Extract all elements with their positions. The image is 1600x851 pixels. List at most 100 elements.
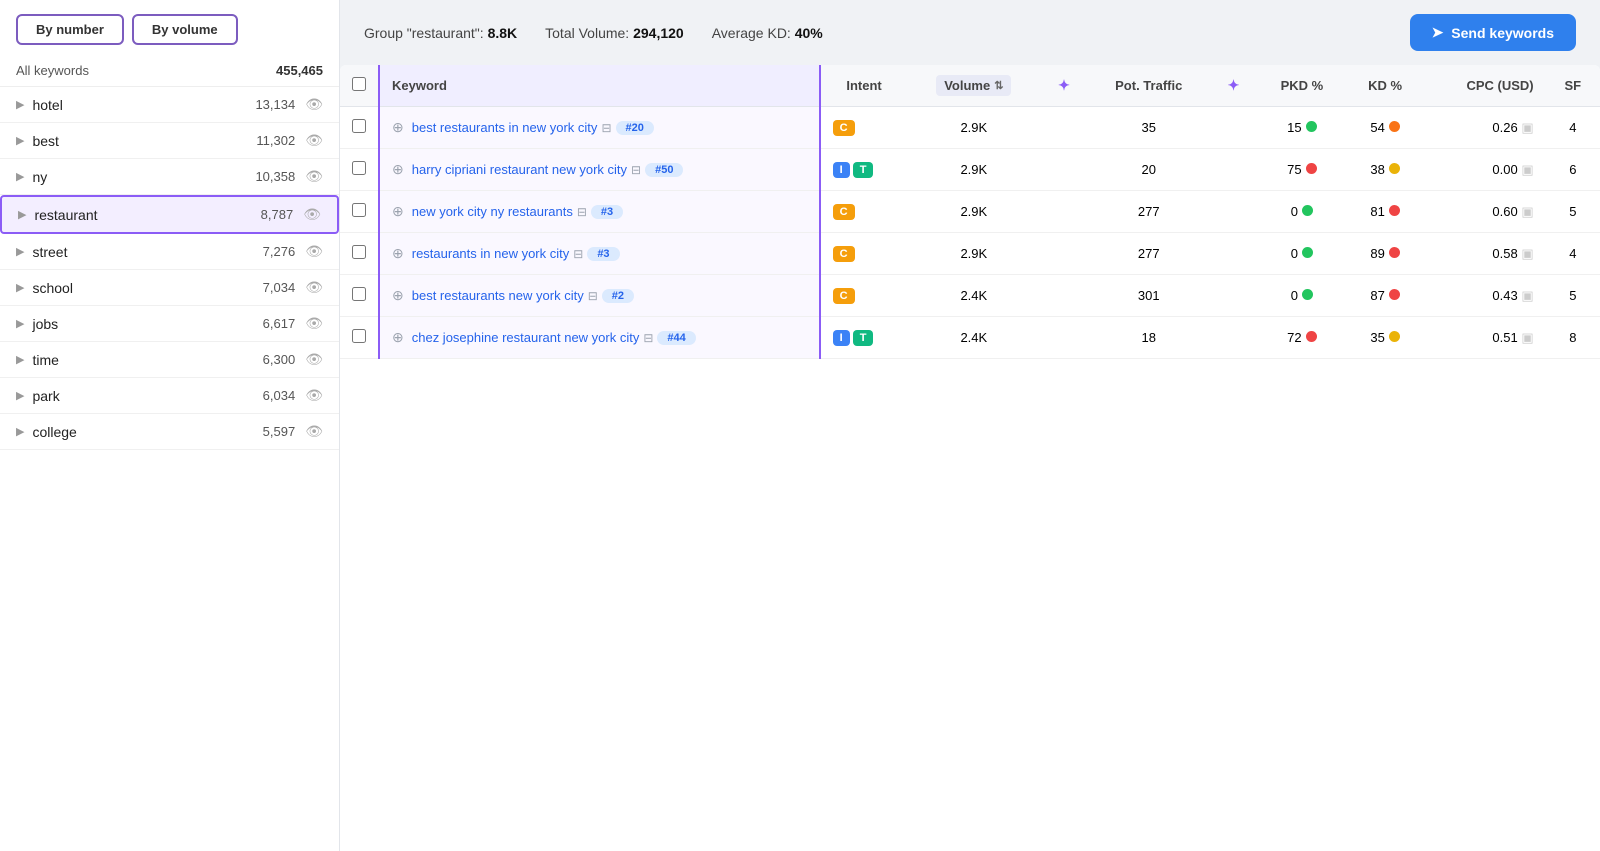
sidebar-keyword-label: school bbox=[32, 280, 72, 296]
topbar: Group "restaurant": 8.8K Total Volume: 2… bbox=[340, 0, 1600, 65]
intent-cell: C bbox=[820, 275, 908, 317]
kd-dot bbox=[1389, 205, 1400, 216]
row-checkbox[interactable] bbox=[352, 245, 366, 259]
eye-icon[interactable]: 👁 bbox=[305, 96, 323, 113]
keyword-link[interactable]: ⊕ best restaurants in new york city ⊟ #2… bbox=[392, 119, 807, 136]
eye-icon[interactable]: 👁 bbox=[305, 168, 323, 185]
keyword-cell: ⊕ restaurants in new york city ⊟ #3 bbox=[379, 233, 820, 275]
sidebar-item-hotel[interactable]: ▶ hotel 13,134 👁 bbox=[0, 87, 339, 123]
sidebar-keyword-label: park bbox=[32, 388, 59, 404]
row-checkbox[interactable] bbox=[352, 203, 366, 217]
kd-dot bbox=[1389, 247, 1400, 258]
keyword-cell: ⊕ harry cipriani restaurant new york cit… bbox=[379, 149, 820, 191]
pkd-dot bbox=[1306, 121, 1317, 132]
select-all-checkbox[interactable] bbox=[352, 77, 366, 91]
total-volume-value: 294,120 bbox=[633, 25, 684, 41]
kd-dot bbox=[1389, 163, 1400, 174]
cpc-cell: 0.26 ▣ bbox=[1424, 107, 1546, 149]
table-row: ⊕ new york city ny restaurants ⊟ #3 C 2.… bbox=[340, 191, 1600, 233]
sidebar-item-street[interactable]: ▶ street 7,276 👁 bbox=[0, 234, 339, 270]
sparkle-1-header: ✦ bbox=[1040, 65, 1088, 107]
row-checkbox[interactable] bbox=[352, 329, 366, 343]
eye-icon[interactable]: 👁 bbox=[305, 315, 323, 332]
select-all-header bbox=[340, 65, 379, 107]
sidebar-keyword-label: street bbox=[32, 244, 67, 260]
table-icon: ⊟ bbox=[601, 121, 611, 135]
intent-cell: IT bbox=[820, 149, 908, 191]
by-volume-button[interactable]: By volume bbox=[132, 14, 238, 45]
table-icon: ⊟ bbox=[573, 247, 583, 261]
sidebar-count: 6,034 bbox=[263, 388, 296, 403]
sf-cell: 4 bbox=[1546, 233, 1600, 275]
volume-col-header[interactable]: Volume ⇅ bbox=[908, 65, 1041, 107]
camera-icon: ▣ bbox=[1521, 120, 1533, 135]
sidebar-item-park[interactable]: ▶ park 6,034 👁 bbox=[0, 378, 339, 414]
row-checkbox-cell bbox=[340, 107, 379, 149]
eye-icon[interactable]: 👁 bbox=[305, 243, 323, 260]
chevron-right-icon: ▶ bbox=[16, 98, 24, 111]
sparkle-icon-2: ✦ bbox=[1228, 77, 1240, 93]
sidebar-item-ny[interactable]: ▶ ny 10,358 👁 bbox=[0, 159, 339, 195]
row-checkbox-cell bbox=[340, 317, 379, 359]
chevron-right-icon: ▶ bbox=[16, 425, 24, 438]
send-keywords-button[interactable]: ➤ Send keywords bbox=[1410, 14, 1576, 51]
keyword-group-list: ▶ hotel 13,134 👁 ▶ best 11,302 👁 ▶ ny 10… bbox=[0, 87, 339, 851]
sidebar-item-college[interactable]: ▶ college 5,597 👁 bbox=[0, 414, 339, 450]
pot-traffic-cell: 301 bbox=[1088, 275, 1210, 317]
eye-icon[interactable]: 👁 bbox=[305, 387, 323, 404]
pkd-cell: 15 bbox=[1257, 107, 1346, 149]
rank-badge: #3 bbox=[587, 247, 619, 261]
chevron-right-icon: ▶ bbox=[18, 208, 26, 221]
keyword-link[interactable]: ⊕ harry cipriani restaurant new york cit… bbox=[392, 161, 807, 178]
intent-badge: C bbox=[833, 246, 855, 262]
eye-icon[interactable]: 👁 bbox=[305, 279, 323, 296]
chevron-right-icon: ▶ bbox=[16, 317, 24, 330]
volume-cell: 2.4K bbox=[908, 275, 1041, 317]
sf-col-header: SF bbox=[1546, 65, 1600, 107]
pkd-dot bbox=[1302, 247, 1313, 258]
row-checkbox[interactable] bbox=[352, 161, 366, 175]
row-checkbox[interactable] bbox=[352, 119, 366, 133]
eye-icon[interactable]: 👁 bbox=[305, 132, 323, 149]
cpc-col-header: CPC (USD) bbox=[1424, 65, 1546, 107]
sidebar-item-jobs[interactable]: ▶ jobs 6,617 👁 bbox=[0, 306, 339, 342]
table-icon: ⊟ bbox=[643, 331, 653, 345]
sidebar-item-restaurant[interactable]: ▶ restaurant 8,787 👁 bbox=[0, 195, 339, 234]
chevron-right-icon: ▶ bbox=[16, 353, 24, 366]
sidebar: By number By volume All keywords 455,465… bbox=[0, 0, 340, 851]
row-checkbox[interactable] bbox=[352, 287, 366, 301]
table-row: ⊕ best restaurants new york city ⊟ #2 C … bbox=[340, 275, 1600, 317]
camera-icon: ▣ bbox=[1521, 204, 1533, 219]
by-number-button[interactable]: By number bbox=[16, 14, 124, 45]
pkd-cell: 0 bbox=[1257, 275, 1346, 317]
sparkle-cell bbox=[1040, 191, 1088, 233]
keyword-link[interactable]: ⊕ best restaurants new york city ⊟ #2 bbox=[392, 287, 807, 304]
kd-cell: 35 bbox=[1346, 317, 1423, 359]
pkd-col-header: PKD % bbox=[1257, 65, 1346, 107]
sidebar-count: 6,300 bbox=[263, 352, 296, 367]
intent-badge: T bbox=[853, 330, 874, 346]
keyword-link[interactable]: ⊕ restaurants in new york city ⊟ #3 bbox=[392, 245, 807, 262]
plus-icon: ⊕ bbox=[392, 245, 404, 262]
pkd-cell: 0 bbox=[1257, 233, 1346, 275]
eye-icon[interactable]: 👁 bbox=[305, 423, 323, 440]
intent-col-header: Intent bbox=[820, 65, 908, 107]
row-checkbox-cell bbox=[340, 149, 379, 191]
sidebar-item-best[interactable]: ▶ best 11,302 👁 bbox=[0, 123, 339, 159]
sidebar-count: 13,134 bbox=[255, 97, 295, 112]
keyword-text: best restaurants new york city bbox=[412, 288, 584, 303]
table-icon: ⊟ bbox=[577, 205, 587, 219]
camera-icon: ▣ bbox=[1521, 162, 1533, 177]
keyword-link[interactable]: ⊕ chez josephine restaurant new york cit… bbox=[392, 329, 807, 346]
pkd-cell: 72 bbox=[1257, 317, 1346, 359]
chevron-right-icon: ▶ bbox=[16, 281, 24, 294]
keyword-link[interactable]: ⊕ new york city ny restaurants ⊟ #3 bbox=[392, 203, 807, 220]
eye-icon[interactable]: 👁 bbox=[305, 351, 323, 368]
avg-kd-value: 40% bbox=[795, 25, 823, 41]
sparkle-cell bbox=[1040, 107, 1088, 149]
sidebar-item-time[interactable]: ▶ time 6,300 👁 bbox=[0, 342, 339, 378]
chevron-right-icon: ▶ bbox=[16, 134, 24, 147]
sidebar-item-school[interactable]: ▶ school 7,034 👁 bbox=[0, 270, 339, 306]
eye-icon[interactable]: 👁 bbox=[303, 206, 321, 223]
kd-cell: 89 bbox=[1346, 233, 1423, 275]
